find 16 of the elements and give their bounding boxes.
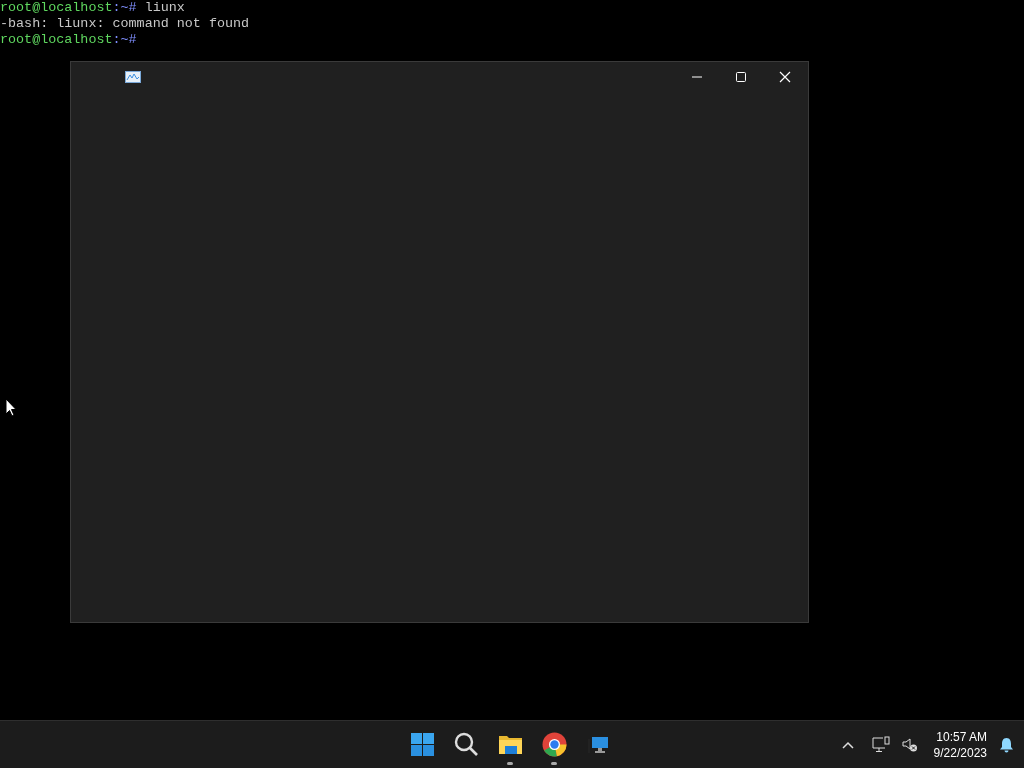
clock-time[interactable]: 10:57 AM [936,728,987,745]
mouse-pointer-icon [5,398,17,417]
image-icon [125,71,141,83]
browser-icon [540,731,568,758]
prompt-line: root@localhost:~# [0,32,137,48]
chevron-up-icon[interactable] [841,740,854,749]
search-icon [452,731,480,758]
windows-logo-icon [408,731,436,758]
bell-icon[interactable] [999,736,1014,753]
muted-speaker-icon[interactable] [901,736,918,753]
network-icon[interactable] [871,736,890,753]
close-icon [779,71,791,83]
maximize-icon [735,71,747,83]
output-line: -bash: liunx: command not found [0,16,250,32]
clock-date[interactable]: 9/22/2023 [933,744,987,761]
prompt-line: root@localhost:~# liunx [0,0,185,16]
